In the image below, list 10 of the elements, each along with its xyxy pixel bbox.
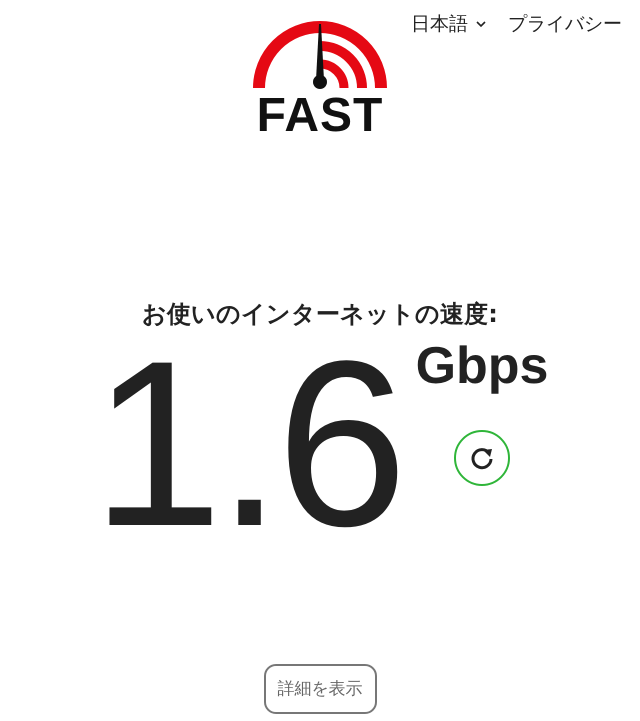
speed-unit: Gbps	[416, 336, 548, 396]
speed-value: 1.6	[92, 344, 402, 544]
show-details-button[interactable]: 詳細を表示	[264, 664, 376, 714]
logo-text: FAST	[256, 92, 384, 140]
chevron-down-icon	[476, 20, 486, 28]
refresh-button[interactable]	[454, 430, 510, 486]
speed-heading: お使いのインターネットの速度:	[142, 299, 498, 330]
privacy-link[interactable]: プライバシー	[508, 10, 622, 38]
refresh-icon	[469, 445, 496, 471]
language-selector[interactable]: 日本語	[411, 10, 486, 38]
